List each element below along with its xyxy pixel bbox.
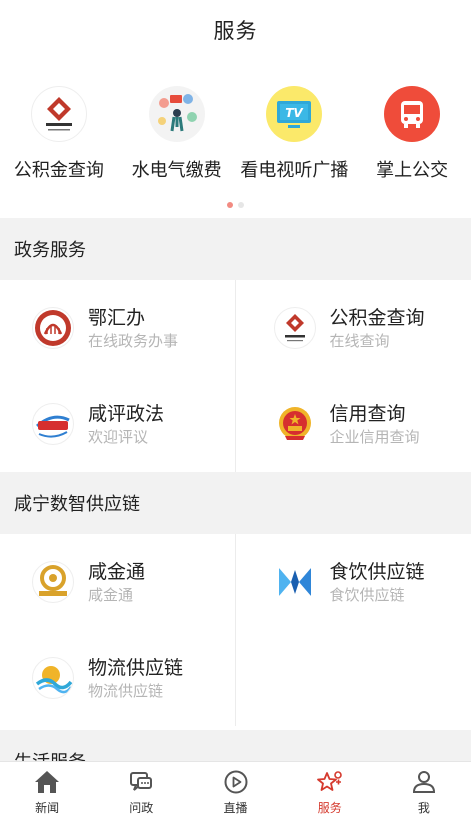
section-title-supply-chain: 咸宁数智供应链: [0, 472, 471, 534]
bus-icon: [384, 86, 441, 142]
quick-item-label: 水电气缴费: [131, 160, 222, 181]
service-food-supply[interactable]: 食饮供应链 食饮供应链: [236, 534, 471, 630]
xianping-logo-icon: [32, 403, 74, 445]
service-title: 咸评政法: [88, 402, 165, 425]
service-subtitle: 在线查询: [329, 331, 390, 350]
tab-me[interactable]: 我: [377, 762, 471, 821]
quick-item-utility-payment[interactable]: 水电气缴费: [118, 86, 236, 182]
logistics-logo-icon: [32, 657, 74, 699]
quick-item-label: 公积金查询: [13, 160, 104, 181]
chat-icon: [127, 768, 155, 796]
housing-fund-logo-icon: [30, 86, 87, 142]
page-title: 服务: [213, 19, 258, 43]
tab-label: 新闻: [35, 800, 60, 815]
tab-wenzheng[interactable]: 问政: [94, 762, 188, 821]
supply-chain-grid: 咸金通 咸金通 食饮供应链 食饮供应链 物流供应链 物流供应链: [0, 534, 471, 726]
tab-label: 我: [417, 800, 430, 815]
service-subtitle: 物流供应链: [88, 681, 164, 700]
section-title-government: 政务服务: [0, 218, 471, 280]
quick-item-label: 掌上公交: [376, 160, 449, 181]
play-icon: [222, 768, 250, 796]
service-logistics[interactable]: 物流供应链 物流供应链: [0, 630, 236, 726]
home-icon: [33, 768, 61, 796]
quick-item-tv-radio[interactable]: TV 看电视听广播: [236, 86, 354, 182]
food-supply-logo-icon: [273, 561, 316, 603]
bottom-tab-bar: 新闻 问政 直播 服务 我: [0, 761, 471, 821]
housing-fund-logo-icon: [273, 307, 316, 349]
top-header: 服务: [0, 0, 471, 60]
star-service-icon: [316, 768, 344, 796]
service-title: 信用查询: [329, 402, 406, 425]
utility-payment-icon: [148, 86, 205, 142]
service-subtitle: 企业信用查询: [329, 427, 420, 446]
service-housing-fund[interactable]: 公积金查询 在线查询: [236, 280, 471, 376]
service-credit-query[interactable]: 信用查询 企业信用查询: [236, 376, 471, 472]
service-subtitle: 欢迎评议: [88, 427, 149, 446]
service-title: 物流供应链: [88, 656, 184, 679]
user-icon: [410, 768, 438, 796]
ehuiban-logo-icon: [32, 307, 74, 349]
quick-item-bus[interactable]: 掌上公交: [353, 86, 471, 182]
xianjintong-logo-icon: [32, 561, 74, 603]
quick-item-housing-fund[interactable]: 公积金查询: [0, 86, 118, 182]
service-title: 食饮供应链: [329, 560, 425, 583]
carousel-page-indicator: [0, 202, 471, 208]
service-subtitle: 食饮供应链: [329, 585, 405, 604]
service-title: 鄂汇办: [88, 306, 146, 329]
government-services-grid: 鄂汇办 在线政务办事 公积金查询 在线查询 咸评政法 欢迎评议 信用查询 企业信…: [0, 280, 471, 472]
service-xianjintong[interactable]: 咸金通 咸金通: [0, 534, 236, 630]
service-title: 公积金查询: [329, 306, 425, 329]
service-ehuiban[interactable]: 鄂汇办 在线政务办事: [0, 280, 236, 376]
tab-label: 直播: [223, 800, 248, 815]
tab-services[interactable]: 服务: [283, 762, 377, 821]
empty-cell: [236, 630, 471, 726]
service-xianping[interactable]: 咸评政法 欢迎评议: [0, 376, 236, 472]
national-emblem-icon: [273, 403, 316, 445]
tab-label: 服务: [317, 800, 342, 815]
carousel-dot-active: [227, 202, 233, 208]
service-title: 咸金通: [88, 560, 146, 583]
service-subtitle: 在线政务办事: [88, 331, 179, 350]
tab-label: 问政: [129, 800, 154, 815]
quick-service-carousel[interactable]: 公积金查询 水电气缴费 TV 看电视听广播 掌上公交: [0, 60, 471, 218]
quick-item-label: 看电视听广播: [240, 160, 349, 181]
tab-news[interactable]: 新闻: [0, 762, 94, 821]
tab-live[interactable]: 直播: [188, 762, 282, 821]
tv-icon: TV: [266, 86, 323, 142]
svg-text:TV: TV: [286, 106, 305, 120]
carousel-dot: [238, 202, 244, 208]
service-subtitle: 咸金通: [88, 585, 134, 604]
